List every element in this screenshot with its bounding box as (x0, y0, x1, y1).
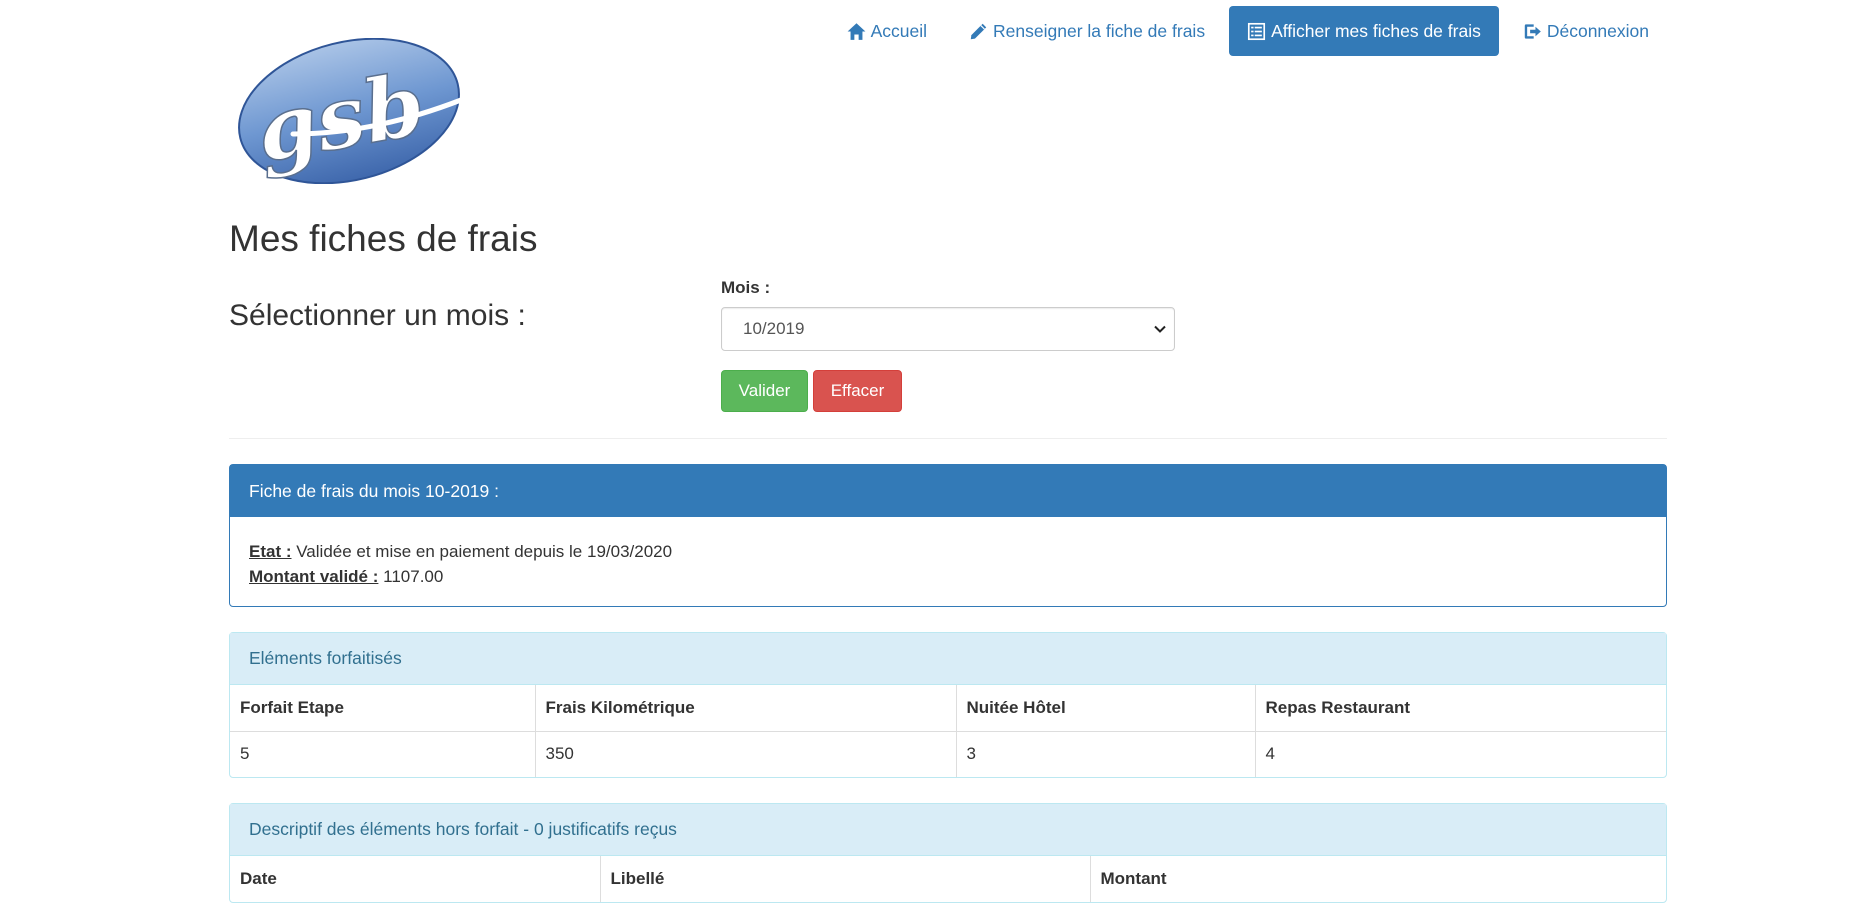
nav-item-label: Déconnexion (1546, 20, 1649, 41)
nav-item-deconnexion[interactable]: Déconnexion (1505, 6, 1667, 56)
fiche-panel-header: Fiche de frais du mois 10-2019 : (230, 465, 1666, 517)
nav-item-afficher[interactable]: Afficher mes fiches de frais (1229, 6, 1499, 56)
table-cell: 5 (230, 730, 536, 777)
nav-item-label: Accueil (870, 20, 928, 41)
mois-selected-value: 10/2019 (743, 319, 805, 338)
fiche-panel: Fiche de frais du mois 10-2019 : Etat : … (229, 464, 1667, 607)
pencil-icon (969, 22, 988, 41)
forfait-table: Forfait Etape Frais Kilométrique Nuitée … (230, 685, 1666, 777)
column-header: Date (230, 856, 601, 902)
valider-button[interactable]: Valider (721, 370, 808, 412)
divider (229, 438, 1667, 439)
list-alt-icon (1247, 22, 1266, 41)
montant-value: 1107.00 (383, 567, 444, 586)
table-header-row: Date Libellé Montant (230, 856, 1666, 902)
column-header: Forfait Etape (230, 685, 536, 731)
column-header: Frais Kilométrique (535, 685, 957, 731)
column-header: Nuitée Hôtel (956, 685, 1256, 731)
table-cell: 350 (535, 730, 957, 777)
page-title: Mes fiches de frais (229, 218, 538, 259)
hors-forfait-table: Date Libellé Montant (230, 856, 1666, 902)
fiche-panel-body: Etat : Validée et mise en paiement depui… (230, 517, 1666, 589)
etat-value: Validée et mise en paiement depuis le 19… (296, 542, 673, 561)
hors-forfait-panel-header: Descriptif des éléments hors forfait - 0… (230, 804, 1666, 856)
etat-label: Etat : (249, 542, 292, 561)
table-row: 5 350 3 4 (230, 730, 1666, 777)
column-header: Montant (1100, 869, 1167, 888)
nav-item-label: Renseigner la fiche de frais (993, 20, 1206, 41)
table-cell: 3 (956, 730, 1256, 777)
table-header-row: Forfait Etape Frais Kilométrique Nuitée … (230, 685, 1666, 731)
etat-line: Etat : Validée et mise en paiement depui… (249, 539, 1647, 564)
log-out-icon (1523, 22, 1542, 41)
montant-label: Montant validé : (249, 567, 379, 586)
forfait-panel: Eléments forfaitisés Forfait Etape Frais… (229, 632, 1667, 778)
column-header: Repas Restaurant (1265, 697, 1411, 717)
hors-forfait-panel: Descriptif des éléments hors forfait - 0… (229, 803, 1667, 903)
select-month-heading: Sélectionner un mois : (229, 299, 526, 332)
mois-label: Mois : (721, 278, 771, 297)
page-container: Accueil Renseigner la fiche de frais Aff… (229, 0, 1667, 903)
gsb-logo: gsb (233, 37, 465, 185)
column-header: Libellé (600, 856, 1091, 902)
montant-line: Montant validé : 1107.00 (249, 564, 1647, 589)
effacer-button[interactable]: Effacer (813, 370, 902, 412)
nav-item-renseigner[interactable]: Renseigner la fiche de frais (951, 6, 1223, 56)
table-cell: 4 (1255, 730, 1666, 777)
nav-item-label: Afficher mes fiches de frais (1271, 20, 1481, 41)
chevron-down-icon (1154, 325, 1166, 333)
forfait-panel-header: Eléments forfaitisés (230, 633, 1666, 685)
home-icon (847, 22, 866, 41)
main-nav: Accueil Renseigner la fiche de frais Aff… (829, 6, 1667, 56)
nav-item-accueil[interactable]: Accueil (829, 6, 945, 56)
mois-select[interactable]: 10/2019 (721, 307, 1175, 351)
